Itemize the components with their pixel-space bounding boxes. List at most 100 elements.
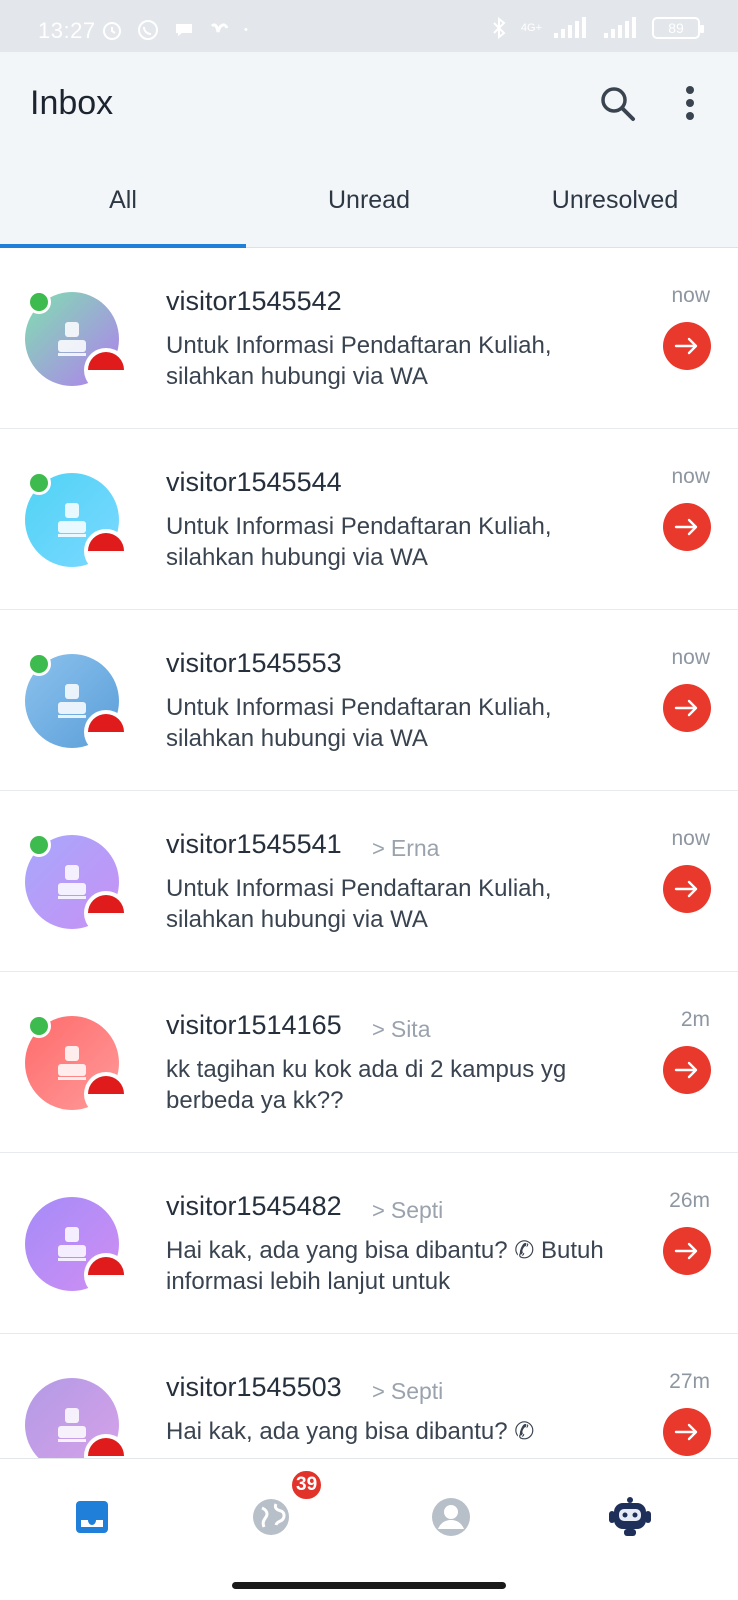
conversation-row[interactable]: visitor1514165 > Sita kk tagihan ku kok ada… [0,972,738,1153]
message-preview: kk tagihan ku kok ada di 2 kampus yg ber… [166,1056,567,1114]
dot-icon: • [244,24,248,36]
globe-icon [253,1499,289,1535]
vimeo-icon [210,23,229,33]
open-conversation-button[interactable] [663,1046,711,1094]
indonesia-flag-icon [84,348,128,392]
open-conversation-button[interactable] [663,322,711,370]
online-status-dot [27,1014,51,1038]
more-vertical-icon [686,86,694,120]
chevron-right-icon: > [372,1017,385,1042]
conversation-row[interactable]: visitor1545553 Untuk Informasi Pendaftara… [0,610,738,791]
conversation-row[interactable]: visitor1545544 Untuk Informasi Pendaftara… [0,429,738,610]
conversation-row[interactable]: visitor1545503 > Septi Hai kak, ada yang bi… [0,1334,738,1458]
open-conversation-button[interactable] [663,684,711,732]
battery-level: 89 [668,20,684,36]
message-time: now [671,284,710,307]
bot-icon [609,1497,651,1536]
message-preview: Untuk Informasi Pendaftaran Kuliah, sila… [166,332,552,390]
open-conversation-button[interactable] [663,1227,711,1275]
nav-bot[interactable] [600,1487,660,1547]
signal-icon-2 [604,17,636,38]
person-icon [58,865,86,899]
chevron-right-icon: > [372,836,385,861]
signal-icon [554,17,586,38]
visitor-name: visitor1545541 [166,829,342,859]
online-status-dot [27,290,51,314]
visitor-name: visitor1545542 [166,286,342,316]
status-time: 13:27 [38,18,96,43]
person-icon [58,684,86,718]
message-time: 27m [669,1370,710,1393]
assigned-agent: > Erna [372,835,439,862]
search-button[interactable] [598,84,638,124]
arrow-right-icon [674,518,698,536]
indonesia-flag-icon [84,710,128,754]
conversation-row[interactable]: visitor1545482 > Septi Hai kak, ada yang bi… [0,1153,738,1334]
visitor-name: visitor1545482 [166,1191,342,1221]
home-indicator[interactable] [232,1582,506,1589]
bluetooth-icon [493,16,506,40]
person-icon [58,1408,86,1442]
visitor-name: visitor1545553 [166,648,342,678]
indonesia-flag-icon [84,1253,128,1297]
person-icon [58,1046,86,1080]
nav-profile[interactable] [421,1487,481,1547]
message-preview: Untuk Informasi Pendaftaran Kuliah, sila… [166,875,552,933]
message-preview: Untuk Informasi Pendaftaran Kuliah, sila… [166,694,552,752]
online-status-dot [27,652,51,676]
tab-unread[interactable]: Unread [246,170,492,248]
message-time: now [671,646,710,669]
bottom-nav: 39 [0,1458,738,1600]
alarm-icon [103,22,121,40]
app-header: Inbox All Unread Unresolved [0,52,738,248]
assigned-agent: > Septi [372,1197,443,1224]
assigned-agent: > Sita [372,1016,431,1043]
more-options-button[interactable] [680,84,700,124]
arrow-right-icon [674,337,698,355]
indonesia-flag-icon [84,891,128,935]
tab-unresolved[interactable]: Unresolved [492,170,738,248]
arrow-right-icon [674,1061,698,1079]
chevron-right-icon: > [372,1198,385,1223]
notification-icons: • [100,18,248,42]
agent-name: Sita [390,1016,431,1042]
conversation-row[interactable]: visitor1545541 > Erna Untuk Informasi Penda… [0,791,738,972]
chat-icon [176,24,192,36]
arrow-right-icon [674,1423,698,1441]
network-label: 4G+ [520,22,542,34]
inbox-icon [76,1501,108,1533]
online-status-dot [27,833,51,857]
arrow-right-icon [674,699,698,717]
assigned-agent: > Septi [372,1378,443,1405]
search-icon [601,87,635,121]
whatsapp-icon [138,20,158,40]
message-preview: Hai kak, ada yang bisa dibantu? ✆ Butuh … [166,1237,604,1295]
nav-inbox[interactable] [62,1487,122,1547]
online-status-dot [27,471,51,495]
indonesia-flag-icon [84,1072,128,1116]
message-time: now [671,465,710,488]
visitor-name: visitor1545503 [166,1372,342,1402]
tab-bar: All Unread Unresolved [0,170,738,248]
conversation-list: visitor1545542 Untuk Informasi Pendaftara… [0,248,738,1458]
profile-icon [432,1498,470,1536]
person-icon [58,322,86,356]
arrow-right-icon [674,1242,698,1260]
visitor-name: visitor1545544 [166,467,342,497]
open-conversation-button[interactable] [663,1408,711,1456]
message-preview: Hai kak, ada yang bisa dibantu? ✆ [166,1418,535,1445]
tab-all[interactable]: All [0,170,246,248]
nav-visitors[interactable] [241,1487,301,1547]
agent-name: Erna [390,835,440,861]
status-bar: 13:27 • 4G+ 89 [0,0,738,52]
arrow-right-icon [674,880,698,898]
visitor-name: visitor1514165 [166,1010,342,1040]
message-time: now [671,827,710,850]
system-icons: 4G+ 89 [487,16,704,40]
page-title: Inbox [30,84,114,122]
agent-name: Septi [390,1197,444,1223]
open-conversation-button[interactable] [663,865,711,913]
conversation-row[interactable]: visitor1545542 Untuk Informasi Pendaftara… [0,248,738,429]
notification-badge: 39 [290,1469,324,1501]
open-conversation-button[interactable] [663,503,711,551]
